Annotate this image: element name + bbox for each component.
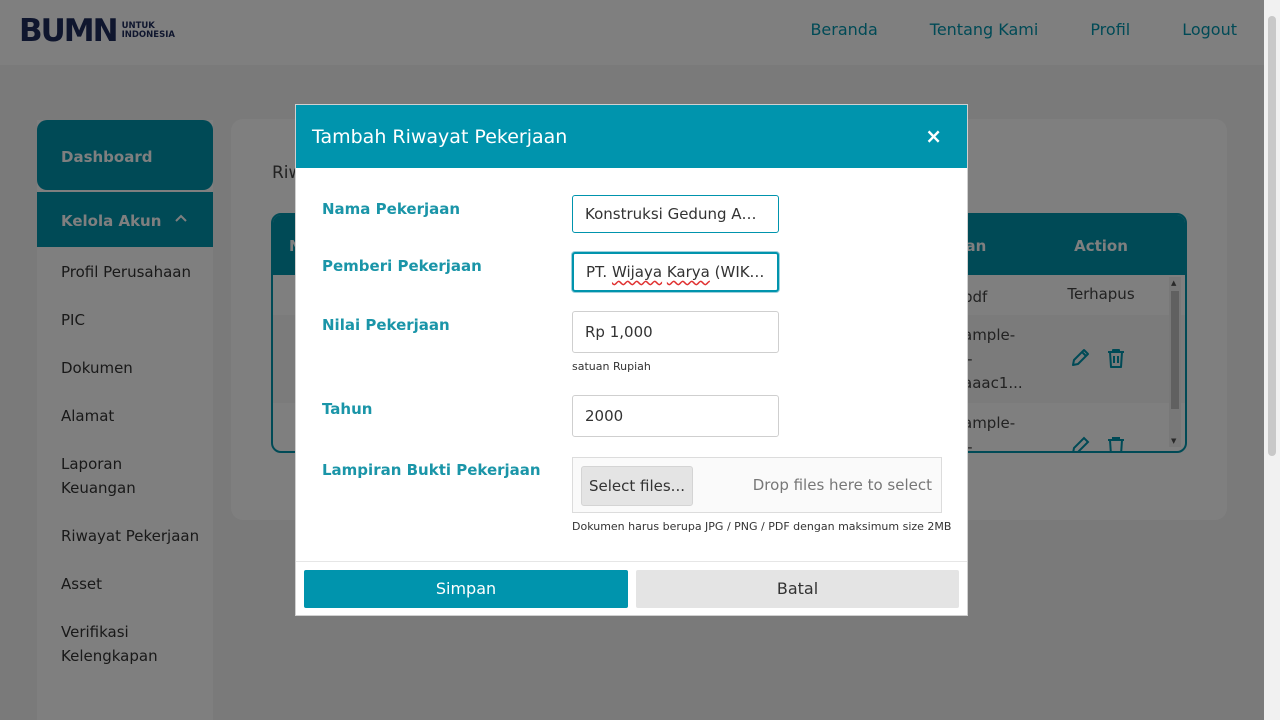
label-pemberi-pekerjaan: Pemberi Pekerjaan — [322, 257, 482, 275]
modal-footer: Simpan Batal — [296, 561, 967, 617]
file-upload-dropzone[interactable]: Select files... Drop files here to selec… — [572, 457, 942, 513]
nilai-pekerjaan-input[interactable]: Rp 1,000 — [572, 311, 779, 353]
page-scrollbar[interactable] — [1264, 0, 1280, 720]
tahun-input[interactable]: 2000 — [572, 395, 779, 437]
select-files-button[interactable]: Select files... — [581, 466, 693, 506]
pemberi-pekerjaan-input[interactable]: PT. Wijaya Karya (WIKA) — [572, 252, 779, 292]
label-tahun: Tahun — [322, 400, 373, 418]
label-nilai-pekerjaan: Nilai Pekerjaan — [322, 316, 450, 334]
modal-title: Tambah Riwayat Pekerjaan — [312, 126, 568, 148]
tambah-riwayat-modal: Tambah Riwayat Pekerjaan × Nama Pekerjaa… — [295, 104, 968, 616]
nama-pekerjaan-input[interactable]: Konstruksi Gedung Apa... — [572, 195, 779, 233]
simpan-button[interactable]: Simpan — [304, 570, 628, 608]
close-icon[interactable]: × — [925, 124, 942, 148]
page-scrollbar-thumb[interactable] — [1268, 16, 1276, 456]
nilai-hint: satuan Rupiah — [572, 360, 651, 373]
modal-header: Tambah Riwayat Pekerjaan × — [296, 105, 967, 168]
lampiran-hint: Dokumen harus berupa JPG / PNG / PDF den… — [572, 520, 952, 533]
batal-button[interactable]: Batal — [636, 570, 959, 608]
drop-files-hint: Drop files here to select — [752, 476, 932, 494]
label-lampiran: Lampiran Bukti Pekerjaan — [322, 461, 541, 479]
label-nama-pekerjaan: Nama Pekerjaan — [322, 200, 461, 218]
